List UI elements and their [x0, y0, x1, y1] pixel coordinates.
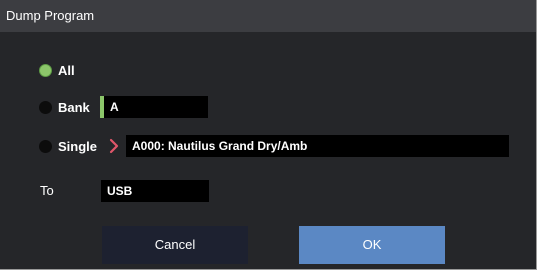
to-value: USB: [107, 184, 133, 198]
to-field[interactable]: USB: [101, 180, 209, 202]
radio-unselected-icon: [39, 140, 52, 153]
cancel-button[interactable]: Cancel: [102, 226, 248, 264]
bank-value: A: [110, 100, 119, 114]
to-label: To: [40, 183, 54, 198]
chevron-right-icon[interactable]: [107, 137, 121, 155]
dump-program-dialog: Dump Program All Bank A Single A000: Nau…: [0, 0, 537, 270]
radio-selected-icon: [39, 64, 52, 77]
program-value: A000: Nautilus Grand Dry/Amb: [132, 139, 308, 153]
radio-all[interactable]: All: [39, 63, 75, 78]
radio-single-label: Single: [58, 139, 98, 154]
ok-button[interactable]: OK: [299, 226, 445, 264]
radio-single[interactable]: Single: [39, 139, 97, 154]
bank-marker-icon: [100, 96, 104, 118]
radio-bank-label: Bank: [58, 100, 90, 115]
bank-field[interactable]: A: [100, 96, 208, 118]
radio-bank[interactable]: Bank: [39, 100, 90, 115]
program-select-field[interactable]: A000: Nautilus Grand Dry/Amb: [126, 135, 509, 157]
radio-unselected-icon: [39, 101, 52, 114]
dialog-title: Dump Program: [0, 0, 536, 32]
radio-all-label: All: [58, 63, 75, 78]
